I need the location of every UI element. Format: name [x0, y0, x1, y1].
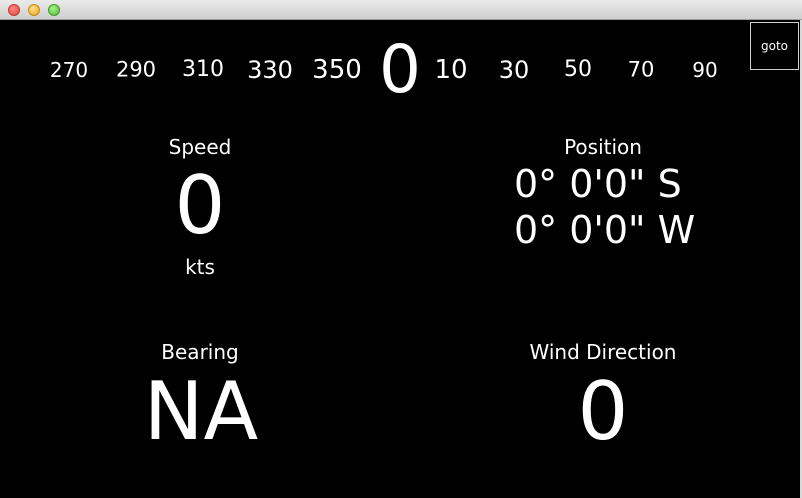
speed-value: 0	[174, 159, 226, 252]
zoom-window-icon[interactable]	[48, 4, 60, 16]
compass-tick-290: 290	[115, 57, 157, 82]
minimize-window-icon[interactable]	[28, 4, 40, 16]
goto-button[interactable]: goto	[750, 22, 799, 70]
compass-tick-10: 10	[434, 55, 468, 85]
position-title: Position	[564, 135, 642, 159]
compass-tick-350: 350	[312, 55, 362, 85]
speed-unit: kts	[185, 255, 215, 279]
compass-tick-30: 30	[498, 56, 530, 84]
compass-tick-50: 50	[564, 57, 592, 82]
compass-tick-90: 90	[692, 58, 718, 82]
wind-direction-title: Wind Direction	[529, 340, 677, 364]
position-longitude: 0° 0'0" W	[514, 208, 696, 252]
compass-tick-270: 270	[49, 58, 89, 82]
bearing-title: Bearing	[161, 340, 239, 364]
compass-tick-310: 310	[182, 57, 224, 82]
app-window: goto 270 290 310 330 350 0 10 30 50 70 9…	[0, 0, 802, 498]
close-window-icon[interactable]	[8, 4, 20, 16]
compass-current-heading: 0	[379, 31, 421, 108]
wind-direction-value: 0	[577, 365, 629, 458]
window-titlebar	[0, 0, 802, 20]
speed-title: Speed	[168, 135, 232, 159]
bearing-value: NA	[143, 365, 259, 458]
compass-tick-70: 70	[627, 57, 655, 82]
position-latitude: 0° 0'0" S	[514, 162, 682, 206]
compass-tick-330: 330	[247, 56, 293, 84]
